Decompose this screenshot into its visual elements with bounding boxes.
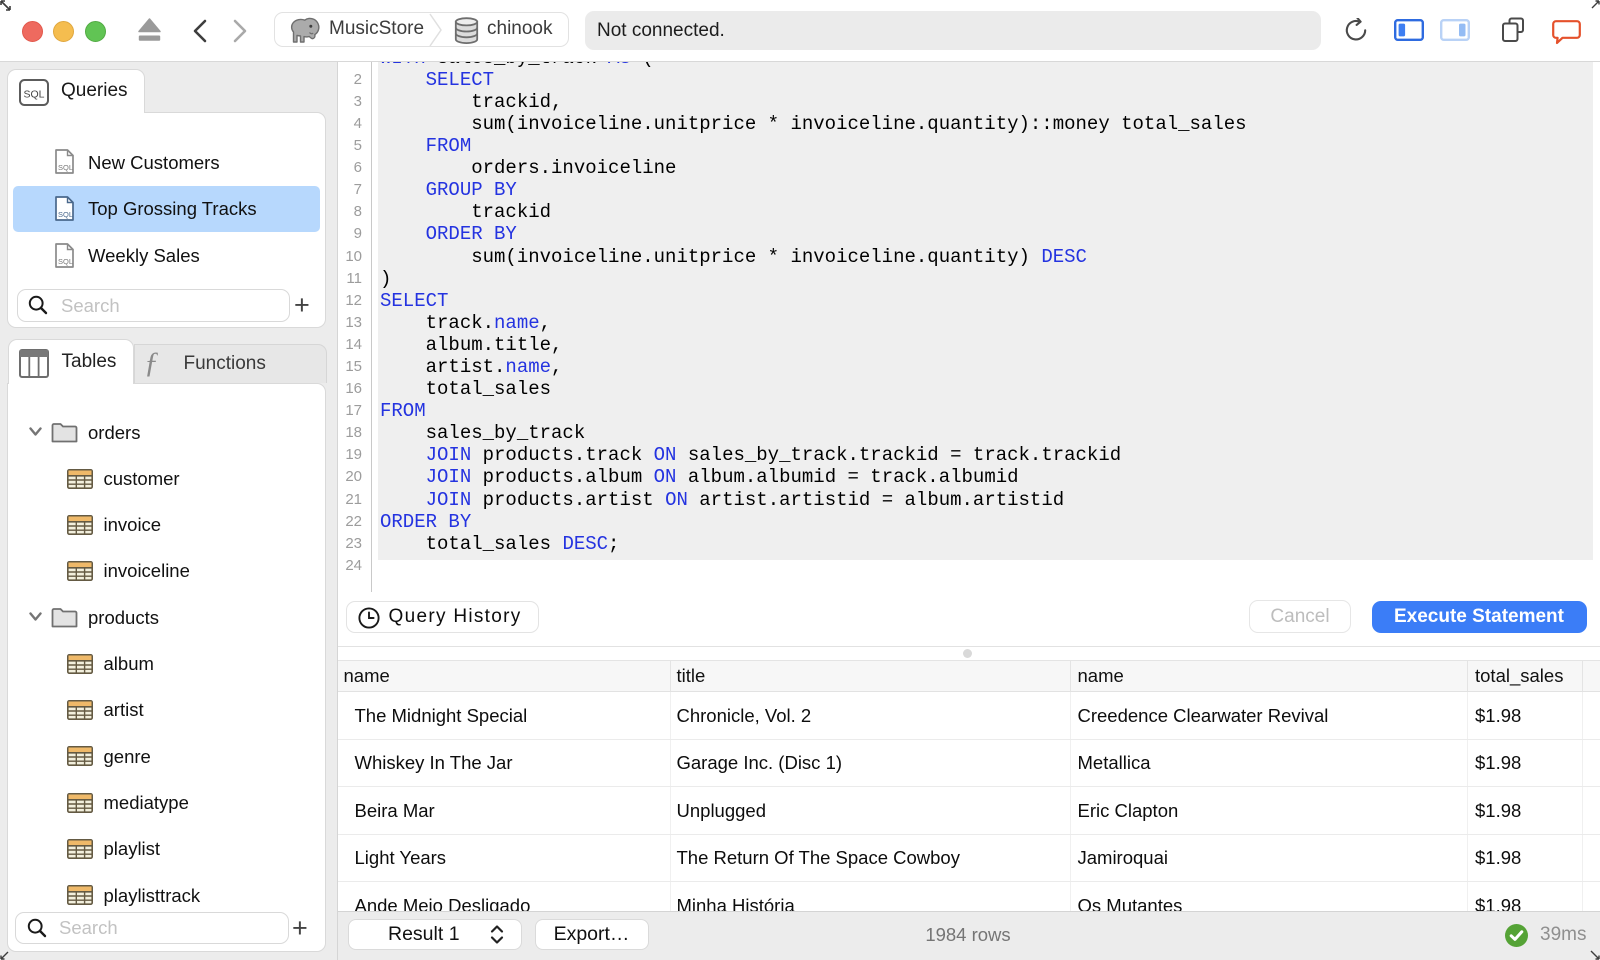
svg-text:SQL: SQL: [23, 89, 44, 101]
